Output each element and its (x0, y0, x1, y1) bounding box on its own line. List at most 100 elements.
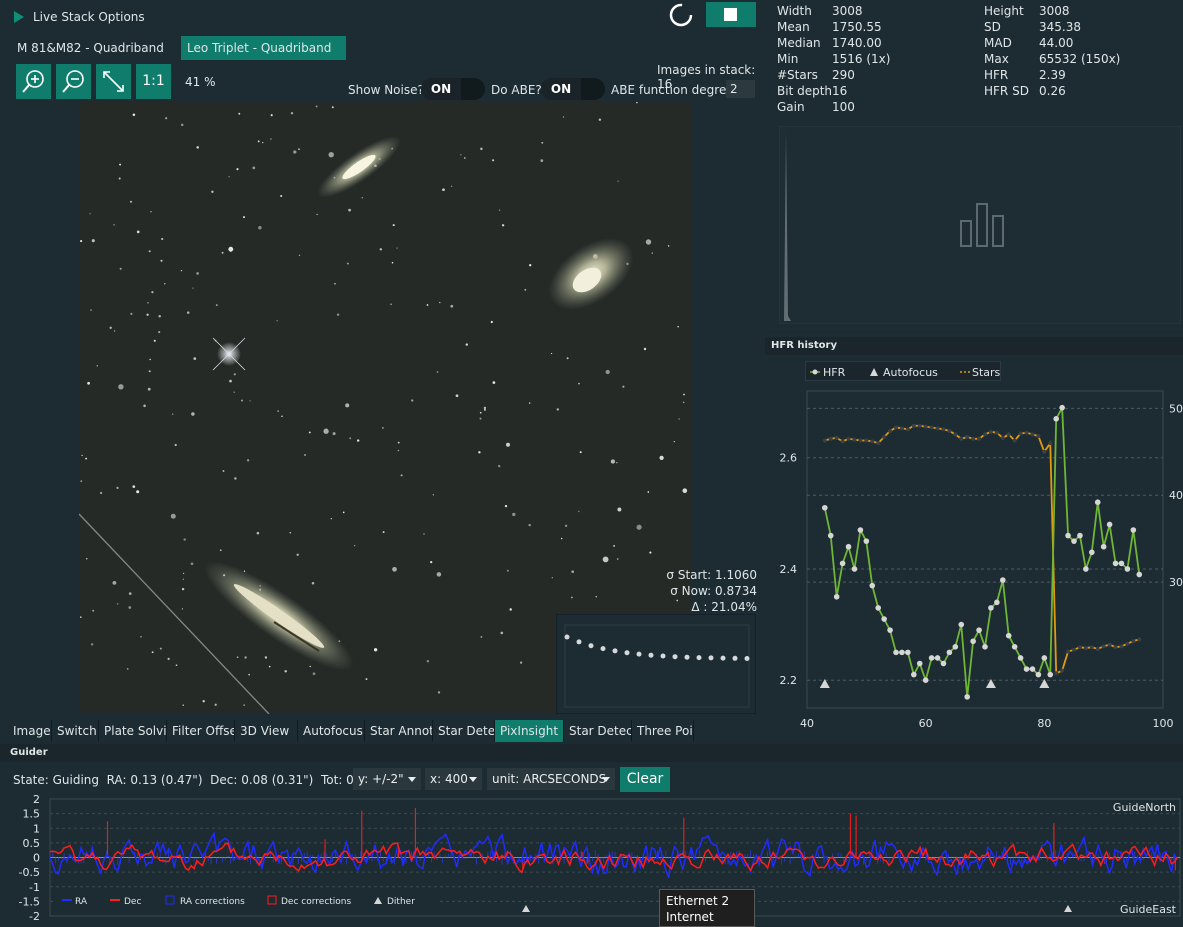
stat-value: 3008 (832, 4, 863, 18)
x-scale-select[interactable]: x: 400 (425, 768, 482, 790)
star (268, 665, 271, 668)
star (161, 237, 164, 241)
hfr-point (952, 644, 959, 650)
tab-label: Plate Solvi (104, 724, 167, 738)
noise-point (636, 651, 642, 657)
star (382, 427, 384, 429)
tab-plate-solvi[interactable]: Plate Solvi (99, 720, 167, 742)
tab-filter-offse[interactable]: Filter Offse (167, 720, 235, 742)
stars-point (1006, 432, 1011, 437)
unit-select[interactable]: unit: ARCSECONDS (487, 768, 615, 790)
abe-degree-input[interactable]: 2 (726, 80, 755, 98)
hfr-point (881, 616, 887, 622)
stars-point (1030, 432, 1035, 437)
star (238, 112, 241, 115)
star (436, 572, 442, 577)
clear-button[interactable]: Clear (620, 767, 670, 792)
star (331, 106, 334, 109)
star (153, 339, 156, 342)
do-abe-toggle[interactable]: ON (541, 78, 605, 100)
one-to-one-label: 1:1 (142, 73, 165, 89)
star (643, 347, 647, 351)
stars-point (1137, 637, 1142, 642)
stat-value: 44.00 (1039, 36, 1074, 50)
live-stack-header[interactable]: Live Stack Options (0, 0, 765, 34)
tab-star-detect[interactable]: Star Detect (433, 720, 495, 742)
show-noise-toggle[interactable]: ON (421, 78, 485, 100)
star (649, 551, 652, 554)
star (222, 470, 225, 472)
stat-label: Median (777, 36, 821, 50)
tab-switch[interactable]: Switch (52, 720, 99, 742)
star (175, 664, 178, 667)
y-scale-select[interactable]: y: +/-2" (353, 768, 421, 790)
stars-point (988, 429, 993, 434)
y2-tick-label: 400 (1169, 489, 1183, 502)
star (214, 703, 217, 706)
hfr-point (822, 504, 828, 511)
guider-y-tick: 0 (33, 852, 40, 865)
star (270, 114, 273, 117)
star (298, 254, 301, 257)
star (312, 672, 316, 676)
star (277, 410, 279, 412)
star (519, 661, 523, 664)
fit-to-screen-button[interactable] (96, 64, 131, 99)
hfr-point (863, 538, 870, 544)
tab-label: 3D View (240, 724, 290, 738)
star (182, 572, 185, 574)
tab-3d-view[interactable]: 3D View (235, 720, 298, 742)
stars-point (1024, 430, 1029, 435)
tab-image[interactable]: Image (8, 720, 52, 742)
stat-value: 2.39 (1039, 68, 1066, 82)
hfr-legend: HFR Autofocus Stars (805, 361, 1001, 381)
tab-pixinsight-i[interactable]: PixInsight I (495, 720, 564, 742)
hfr-point (1023, 666, 1030, 672)
star (396, 247, 398, 249)
star (181, 587, 185, 591)
star (346, 262, 349, 265)
guider-y-tick: -2 (29, 910, 40, 923)
hfr-point (857, 527, 864, 533)
guider-legend-label: Dec (124, 897, 141, 907)
y2-tick-label: 300 (1169, 576, 1183, 589)
star (571, 596, 573, 599)
star (437, 691, 441, 694)
star (270, 138, 272, 140)
legend-stars: Stars (972, 366, 1001, 379)
one-to-one-button[interactable]: 1:1 (136, 64, 171, 99)
star (439, 301, 441, 304)
guide-north-label: GuideNorth (1113, 801, 1176, 814)
star (147, 301, 149, 304)
hfr-point (1071, 538, 1077, 544)
y-tick-label: 2.4 (780, 563, 798, 576)
star (391, 261, 394, 264)
stars-point (1042, 449, 1047, 454)
stars-point (888, 428, 893, 433)
star (616, 558, 619, 560)
star (182, 578, 185, 580)
guider-panel: Guider State: Guiding RA: 0.13 (0.47") D… (0, 744, 1183, 927)
star (119, 267, 122, 270)
zoom-out-button[interactable] (56, 64, 91, 99)
tab-star-annot[interactable]: Star Annot (365, 720, 433, 742)
legend-hfr: HFR (823, 366, 846, 379)
zoom-in-button[interactable] (16, 64, 51, 99)
star (148, 250, 151, 253)
noise-point (708, 655, 714, 661)
zoom-in-icon (22, 70, 44, 93)
target-tab-m81[interactable]: M 81&M82 - Quadriband (10, 36, 180, 60)
tab-three-poin[interactable]: Three Poin (632, 720, 694, 742)
target-tab-leo[interactable]: Leo Triplet - Quadriband (181, 36, 346, 60)
star (244, 656, 247, 659)
tab-star-detect[interactable]: Star Detect (564, 720, 632, 742)
noise-point (612, 648, 618, 654)
star (492, 381, 496, 384)
hfr-point (1136, 571, 1143, 578)
hfr-point (905, 649, 911, 656)
stars-point (1095, 646, 1100, 651)
hfr-point (1005, 632, 1012, 639)
stop-button[interactable] (706, 2, 756, 27)
tab-autofocus[interactable]: Autofocus (298, 720, 365, 742)
star (613, 544, 616, 547)
